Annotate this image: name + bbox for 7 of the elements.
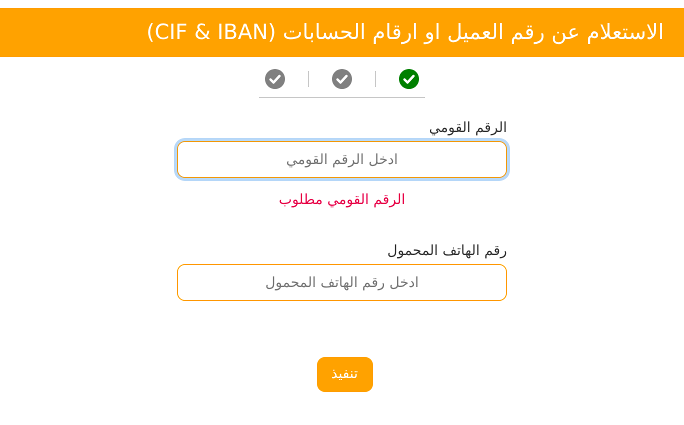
input-field[interactable]: ادخل رقم الهاتف المحمول [177,264,507,301]
field-label: رقم الهاتف المحمول [386,242,507,261]
page-title: الاستعلام عن رقم العميل او ارقام الحسابات (CIF & IBAN) [146,18,664,46]
input-field[interactable]: ادخل الرقم القومي [177,141,507,178]
field-label: الرقم القومي [428,119,507,138]
error-message: الرقم القومي مطلوب [278,191,406,210]
submit-button[interactable]: تنفيذ [316,357,372,392]
